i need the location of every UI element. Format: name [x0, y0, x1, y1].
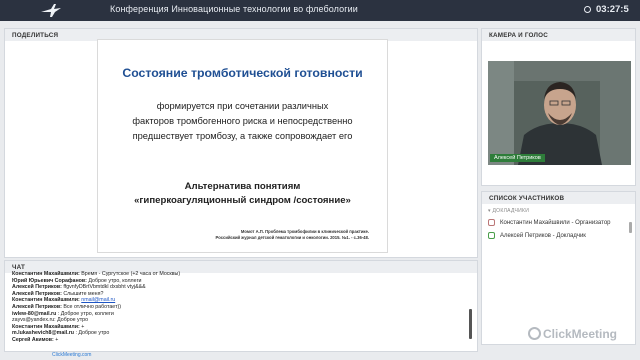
participants-group-name: ДОКЛАДЧИКИ — [492, 208, 530, 214]
chat-text: zayvs@yandex.ru: Доброе утро — [12, 317, 89, 324]
slide-subtitle-line: «гиперкоагуляционный синдром /состояние» — [134, 195, 351, 206]
camera-panel: КАМЕРА И ГОЛОС Алексей Петриков — [481, 28, 636, 186]
chat-text: Доброе утро, коллеги — [86, 277, 142, 284]
presentation-slide: Состояние тромботической готовности форм… — [97, 39, 388, 253]
chat-author: Алексей Петриков: — [12, 290, 62, 297]
chat-text: Слышите меня? — [61, 290, 104, 297]
slide-title: Состояние тромботической готовности — [122, 66, 363, 80]
top-bar: Конференция Инновационные технологии во … — [0, 0, 640, 21]
slide-subtitle: Альтернатива понятиям «гиперкоагуляционн… — [98, 180, 387, 208]
chat-text: Все отлично работает)) — [61, 303, 122, 310]
chat-scrollbar[interactable] — [469, 309, 472, 339]
chat-message: Константин Махайшвили: + — [12, 324, 467, 331]
clickmeeting-link[interactable]: ClickMeeting.com — [52, 352, 91, 358]
chat-message: Алексей Петриков: Все отлично работает)) — [12, 304, 467, 311]
chat-text: Время - Сургутское (+2 часа от Москвы) — [79, 271, 181, 277]
chat-panel: ЧАТ Константин Махайшвили: Время - Сургу… — [4, 260, 478, 352]
chat-message: Константин Махайшвили: nmail@mail.ru — [12, 297, 467, 304]
slide-body-line: формируется при сочетании различных — [156, 101, 329, 111]
participants-panel-header: СПИСОК УЧАСТНИКОВ — [482, 192, 635, 204]
slide-reference: Момот А.П. Проблема тромбофилии в клинич… — [216, 229, 369, 242]
organizer-icon — [488, 219, 495, 226]
presenter-icon — [488, 232, 495, 239]
chat-author: iwlew-80@mail.ru — [12, 310, 57, 317]
chat-author: Сергей Акимов: — [12, 336, 54, 343]
camera-panel-header: КАМЕРА И ГОЛОС — [482, 29, 635, 41]
chat-email-link[interactable]: nmail@mail.ru — [81, 297, 115, 303]
chat-author: Константин Махайшвили: — [12, 323, 80, 330]
chat-message: Сергей Акимов: + — [12, 337, 467, 344]
chat-author: m.lukashevich8@mail.ru — [12, 330, 74, 337]
session-timer: 03:27:5 — [596, 4, 629, 15]
chat-author: Константин Махайшвили: — [12, 297, 80, 304]
chat-text: + — [53, 336, 59, 343]
participant-name: Алексей Петриков - Докладчик — [500, 233, 586, 240]
clickmeeting-logo-icon — [528, 327, 541, 340]
bird-logo-icon — [41, 4, 61, 17]
slide-subtitle-line: Альтернатива понятиям — [184, 181, 301, 192]
share-panel: ПОДЕЛИТЬСЯ Состояние тромботической гото… — [4, 28, 478, 258]
chat-message: zayvs@yandex.ru: Доброе утро — [12, 317, 467, 324]
speaker-name-tag: Алексей Петриков — [490, 154, 545, 162]
slide-reference-line: Российский журнал детской гематологии и … — [215, 235, 369, 241]
conference-title: Конференция Инновационные технологии во … — [110, 4, 358, 14]
chat-text: ffgvnfyDBrtVbmtdkl dxsbht vtyj&&& — [61, 284, 146, 291]
chat-message: Алексей Петриков: ffgvnfyDBrtVbmtdkl dxs… — [12, 284, 467, 291]
chat-author: Алексей Петриков: — [12, 303, 62, 310]
participant-name: Константин Махайшвили - Организатор — [500, 220, 611, 227]
chat-author: Юрий Юрьевич Сорафанов: — [12, 277, 87, 284]
chat-text: : Доброе утро, коллеги — [56, 310, 114, 317]
chat-text: : Доброе утро — [74, 330, 110, 337]
speaker-video[interactable]: Алексей Петриков — [488, 61, 631, 165]
speaker-video-frame — [488, 61, 631, 165]
participant-row[interactable]: Алексей Петриков - Докладчик — [488, 232, 586, 239]
chat-message: m.lukashevich8@mail.ru : Доброе утро — [12, 330, 467, 337]
slide-body-line: предшествует тромбозу, а также сопровожд… — [132, 131, 353, 141]
chat-message: Константин Махайшвили: Время - Сургутско… — [12, 271, 467, 278]
slide-body-line: факторов тромбогенного риска и непосредс… — [132, 116, 353, 126]
chat-message: iwlew-80@mail.ru : Доброе утро, коллеги — [12, 311, 467, 318]
clickmeeting-brand: ClickMeeting — [543, 327, 618, 341]
chat-author: Константин Махайшвили: — [12, 271, 80, 277]
clock-icon — [584, 6, 591, 13]
clickmeeting-logo: ClickMeeting — [528, 327, 617, 343]
participant-row[interactable]: Константин Махайшвили - Организатор — [488, 219, 611, 226]
participants-group-label: ▾ ДОКЛАДЧИКИ — [488, 208, 530, 214]
chat-text: + — [79, 323, 85, 330]
participants-panel: СПИСОК УЧАСТНИКОВ ▾ ДОКЛАДЧИКИ Константи… — [481, 191, 636, 345]
chat-message-list: Константин Махайшвили: Время - Сургутско… — [12, 271, 467, 344]
slide-body: формируется при сочетании различных факт… — [98, 99, 387, 144]
chat-author: Алексей Петриков: — [12, 284, 62, 291]
participants-scrollbar[interactable] — [629, 222, 632, 233]
